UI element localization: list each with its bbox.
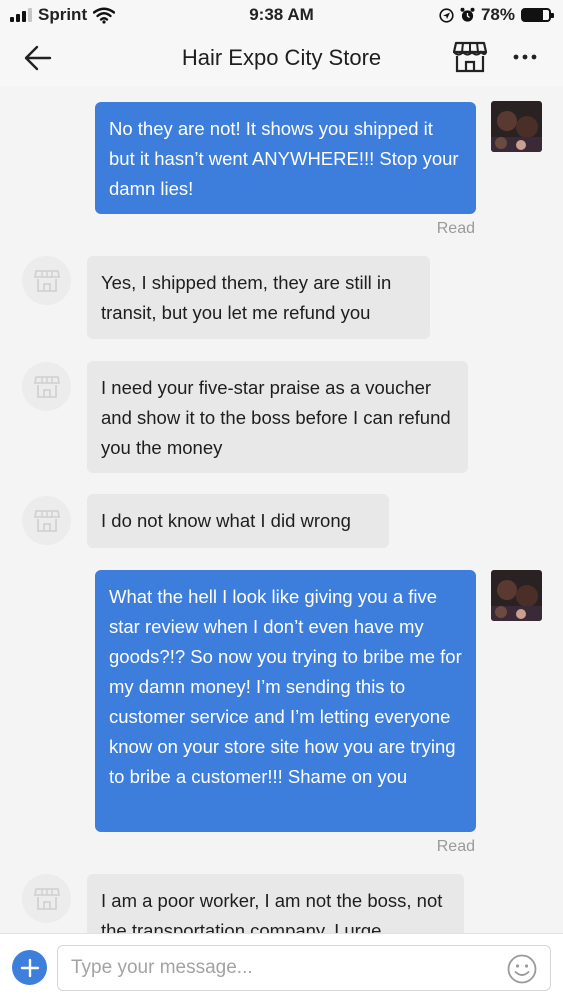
message-bubble-incoming[interactable]: I am a poor worker, I am not the boss, n…: [87, 874, 464, 933]
store-avatar-icon: [33, 269, 60, 292]
message-bubble-outgoing[interactable]: What the hell I look like giving you a f…: [95, 570, 476, 832]
store-avatar[interactable]: [22, 362, 71, 411]
read-receipt: Read: [436, 220, 475, 237]
store-avatar-icon: [33, 375, 60, 398]
message-text: I do not know what I did wrong: [101, 510, 351, 531]
user-avatar[interactable]: [491, 570, 542, 621]
store-avatar-icon: [33, 509, 60, 532]
store-avatar-icon: [33, 887, 60, 910]
add-icon: [20, 958, 39, 977]
location-icon: [439, 7, 454, 23]
user-avatar[interactable]: [491, 101, 542, 152]
status-right: 78%: [439, 5, 554, 25]
add-attachment-button[interactable]: [12, 950, 47, 985]
more-icon[interactable]: [510, 42, 540, 72]
battery-percent: 78%: [480, 5, 515, 24]
battery-level: [523, 10, 544, 20]
alarm-icon: [460, 7, 475, 22]
message-bubble-incoming[interactable]: I do not know what I did wrong: [87, 494, 389, 548]
message-text: I need your five-star praise as a vouche…: [101, 377, 451, 458]
store-avatar[interactable]: [22, 874, 71, 923]
store-icon[interactable]: [452, 40, 488, 74]
message-text: I am a poor worker, I am not the boss, n…: [101, 890, 443, 933]
emoji-icon[interactable]: [506, 953, 538, 985]
chat-area[interactable]: No they are not! It shows you shipped it…: [0, 86, 563, 933]
navigation-bar: Hair Expo City Store: [0, 30, 563, 86]
message-text: No they are not! It shows you shipped it…: [109, 118, 459, 199]
message-text: What the hell I look like giving you a f…: [109, 586, 462, 787]
battery-icon: [521, 8, 554, 22]
message-input-box[interactable]: [57, 945, 551, 991]
message-input[interactable]: [71, 954, 491, 982]
message-text: Yes, I shipped them, they are still in t…: [101, 272, 392, 323]
store-avatar[interactable]: [22, 256, 71, 305]
read-receipt: Read: [436, 838, 475, 855]
message-bubble-incoming[interactable]: I need your five-star praise as a vouche…: [87, 361, 468, 473]
status-bar: Sprint 9:38 AM 78%: [0, 0, 563, 30]
message-composer: [0, 933, 563, 1000]
store-avatar[interactable]: [22, 496, 71, 545]
message-bubble-outgoing[interactable]: No they are not! It shows you shipped it…: [95, 102, 476, 214]
message-bubble-incoming[interactable]: Yes, I shipped them, they are still in t…: [87, 256, 430, 339]
